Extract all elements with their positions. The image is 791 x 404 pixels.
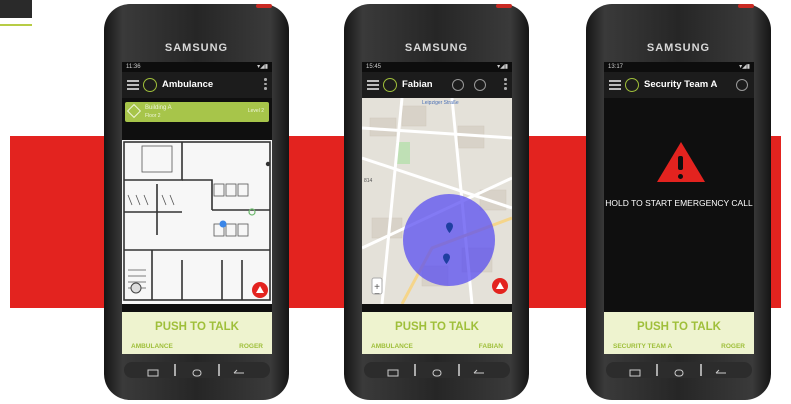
status-time: 13:17	[608, 64, 624, 70]
more-vertical-icon[interactable]	[264, 78, 267, 92]
group-icon[interactable]	[474, 79, 486, 91]
phone-screen: 11:36 ▾◢▮ Ambulance Building A Floor 2 L…	[122, 62, 272, 354]
status-icons: ▾◢▮	[739, 64, 750, 70]
location-card[interactable]: Building A Floor 2 Level 2	[125, 102, 269, 122]
recent-apps-icon[interactable]	[628, 365, 642, 377]
app-bar: Fabian	[362, 72, 512, 98]
map-street-label: Leipziger Straße	[422, 100, 459, 106]
street-map[interactable]: Leipziger Straße 814 + −	[362, 98, 512, 304]
group-icon[interactable]	[452, 79, 464, 91]
hardware-navigation-bar	[606, 362, 752, 378]
warning-exclamation-dot	[678, 174, 683, 179]
push-to-talk-panel[interactable]: PUSH TO TALK AMBULANCE FABIAN	[362, 312, 512, 354]
phone-brand: SAMSUNG	[646, 42, 711, 54]
status-time: 15:45	[366, 64, 382, 70]
status-time: 11:36	[126, 64, 141, 70]
emergency-call-area[interactable]: HOLD TO START EMERGENCY CALL	[604, 98, 754, 312]
building-name: Building A	[145, 105, 172, 111]
nav-separator	[218, 364, 220, 376]
logo-mark	[0, 0, 32, 18]
push-to-talk-label: PUSH TO TALK	[155, 321, 239, 333]
nav-separator	[458, 364, 460, 376]
side-button	[256, 4, 272, 8]
home-icon[interactable]	[190, 365, 204, 377]
status-bar: 11:36 ▾◢▮	[122, 62, 272, 72]
phone-brand: SAMSUNG	[164, 42, 229, 54]
emergency-call-text: HOLD TO START EMERGENCY CALL	[605, 198, 753, 208]
hardware-navigation-bar	[124, 362, 270, 378]
nav-separator	[656, 364, 658, 376]
map-number-label: 814	[364, 178, 373, 184]
phone-ambulance: SAMSUNG 11:36 ▾◢▮ Ambulance Building A F…	[104, 4, 289, 400]
accent-line	[0, 24, 32, 26]
shield-icon	[143, 78, 157, 92]
menu-icon[interactable]	[127, 80, 139, 90]
floor-name: Floor 2	[145, 113, 161, 119]
push-to-talk-panel[interactable]: PUSH TO TALK AMBULANCE ROGER	[122, 312, 272, 354]
status-bar: 15:45 ▾◢▮	[362, 62, 512, 72]
app-bar: Security Team A	[604, 72, 754, 98]
phone-security-team: SAMSUNG 13:17 ▾◢▮ Security Team A HOLD T…	[586, 4, 771, 400]
back-icon[interactable]	[472, 365, 486, 375]
warning-exclamation	[678, 156, 683, 170]
side-button	[496, 4, 512, 8]
level-label: Level 2	[247, 108, 264, 114]
recent-apps-icon[interactable]	[146, 365, 160, 377]
phone-brand: SAMSUNG	[404, 42, 469, 54]
status-icons: ▾◢▮	[257, 64, 268, 70]
back-icon[interactable]	[232, 365, 246, 375]
channel-title: Security Team A	[644, 79, 718, 90]
street-map-drawing: Leipziger Straße 814	[362, 98, 512, 304]
floor-plan-map[interactable]	[122, 140, 272, 304]
menu-icon[interactable]	[609, 80, 621, 90]
alarm-button[interactable]	[252, 282, 268, 298]
channel-title: Ambulance	[162, 79, 214, 90]
nav-separator	[174, 364, 176, 376]
push-to-talk-panel[interactable]: PUSH TO TALK SECURITY TEAM A ROGER	[604, 312, 754, 354]
ptt-channel-label: AMBULANCE	[131, 343, 173, 350]
ptt-speaker-label: FABIAN	[478, 343, 503, 350]
nav-separator	[414, 364, 416, 376]
push-to-talk-label: PUSH TO TALK	[395, 321, 479, 333]
push-to-talk-label: PUSH TO TALK	[637, 321, 721, 333]
nav-separator	[700, 364, 702, 376]
home-icon[interactable]	[430, 365, 444, 377]
app-bar: Ambulance	[122, 72, 272, 98]
shield-icon	[625, 78, 639, 92]
shield-icon	[383, 78, 397, 92]
phone-screen: 15:45 ▾◢▮ Fabian Leipziger Straße 814 + …	[362, 62, 512, 354]
group-icon[interactable]	[736, 79, 748, 91]
channel-title: Fabian	[402, 79, 433, 90]
back-icon[interactable]	[714, 365, 728, 375]
more-vertical-icon[interactable]	[504, 78, 507, 92]
ptt-channel-label: SECURITY TEAM A	[613, 343, 673, 350]
phone-fabian: SAMSUNG 15:45 ▾◢▮ Fabian Leipziger Straß…	[344, 4, 529, 400]
phone-screen: 13:17 ▾◢▮ Security Team A HOLD TO START …	[604, 62, 754, 354]
home-icon[interactable]	[672, 365, 686, 377]
menu-icon[interactable]	[367, 80, 379, 90]
side-button	[738, 4, 754, 8]
hardware-navigation-bar	[364, 362, 510, 378]
floor-plan-drawing	[123, 141, 271, 301]
status-icons: ▾◢▮	[497, 64, 508, 70]
alarm-button[interactable]	[492, 278, 508, 294]
status-bar: 13:17 ▾◢▮	[604, 62, 754, 72]
recent-apps-icon[interactable]	[386, 365, 400, 377]
zoom-controls[interactable]: + −	[372, 283, 382, 300]
ptt-channel-label: AMBULANCE	[371, 343, 413, 350]
ptt-speaker-label: ROGER	[239, 343, 263, 350]
ptt-speaker-label: ROGER	[721, 343, 745, 350]
building-icon	[126, 103, 142, 119]
